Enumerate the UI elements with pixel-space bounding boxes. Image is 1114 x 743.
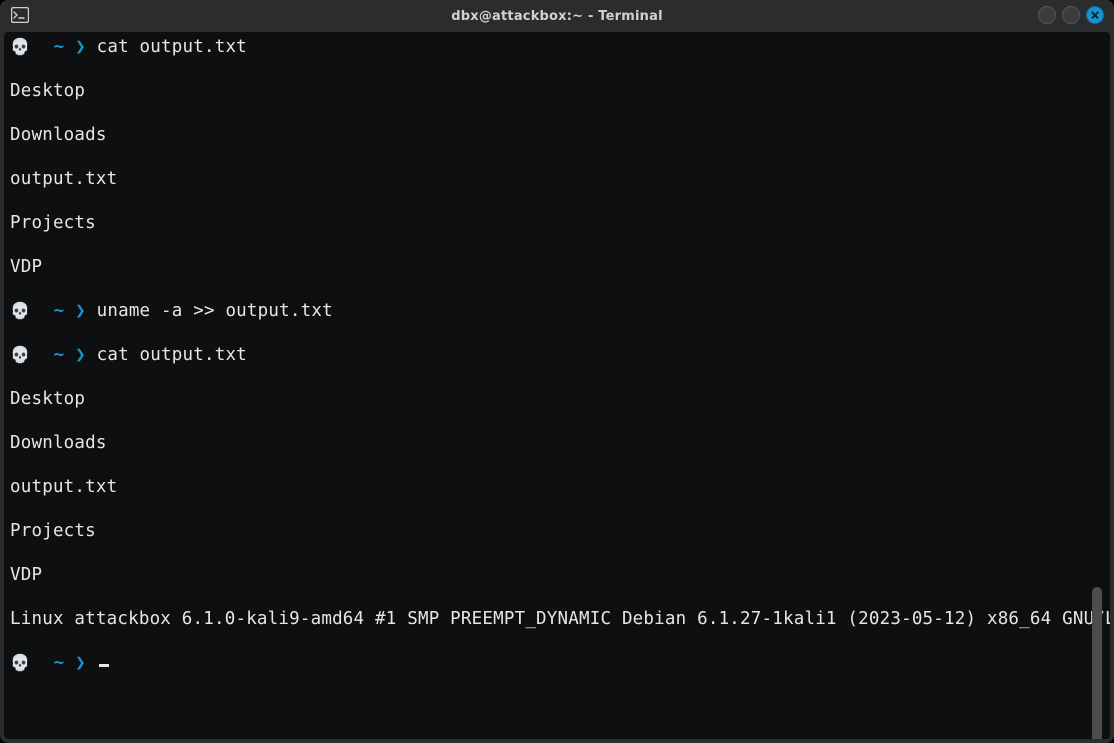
output-line: VDP xyxy=(10,564,1107,586)
output-line: VDP xyxy=(10,256,1107,278)
scrollbar-thumb[interactable] xyxy=(1092,587,1102,739)
prompt-arrow-icon: ❯ xyxy=(75,301,86,321)
app-menu-icon[interactable] xyxy=(10,6,30,24)
output-line: Linux attackbox 6.1.0-kali9-amd64 #1 SMP… xyxy=(10,608,1107,630)
window-title: dbx@attackbox:~ - Terminal xyxy=(451,9,663,24)
close-button[interactable] xyxy=(1086,6,1104,24)
prompt-line: 💀 ~ ❯ uname -a >> output.txt xyxy=(10,300,1107,322)
output-line: output.txt xyxy=(10,168,1107,190)
prompt-line: 💀 ~ ❯ cat output.txt xyxy=(10,36,1107,58)
prompt-cwd: ~ xyxy=(54,345,65,365)
terminal-content[interactable]: 💀 ~ ❯ cat output.txt Desktop Downloads o… xyxy=(10,36,1107,674)
output-line: Desktop xyxy=(10,388,1107,410)
maximize-button[interactable] xyxy=(1062,6,1080,24)
skull-icon: 💀 xyxy=(10,300,30,322)
minimize-button[interactable] xyxy=(1038,6,1056,24)
prompt-arrow-icon: ❯ xyxy=(75,345,86,365)
skull-icon: 💀 xyxy=(10,344,30,366)
output-line: Desktop xyxy=(10,80,1107,102)
output-line: Downloads xyxy=(10,124,1107,146)
command-text: cat output.txt xyxy=(97,345,247,365)
prompt-cwd: ~ xyxy=(54,301,65,321)
prompt-line: 💀 ~ ❯ cat output.txt xyxy=(10,344,1107,366)
skull-icon: 💀 xyxy=(10,652,30,674)
terminal-window: dbx@attackbox:~ - Terminal 💀 ~ ❯ cat out… xyxy=(0,0,1114,743)
prompt-arrow-icon: ❯ xyxy=(75,37,86,57)
window-controls xyxy=(1038,6,1104,24)
output-line: Projects xyxy=(10,520,1107,542)
terminal-viewport[interactable]: 💀 ~ ❯ cat output.txt Desktop Downloads o… xyxy=(4,32,1110,739)
prompt-line: 💀 ~ ❯ xyxy=(10,652,1107,674)
prompt-cwd: ~ xyxy=(54,653,65,673)
prompt-arrow-icon: ❯ xyxy=(75,653,86,673)
skull-icon: 💀 xyxy=(10,36,30,58)
cursor xyxy=(99,664,109,667)
output-line: Projects xyxy=(10,212,1107,234)
titlebar[interactable]: dbx@attackbox:~ - Terminal xyxy=(0,0,1114,32)
command-text: uname -a >> output.txt xyxy=(97,301,333,321)
output-line: Downloads xyxy=(10,432,1107,454)
command-text: cat output.txt xyxy=(97,37,247,57)
prompt-cwd: ~ xyxy=(54,37,65,57)
output-line: output.txt xyxy=(10,476,1107,498)
